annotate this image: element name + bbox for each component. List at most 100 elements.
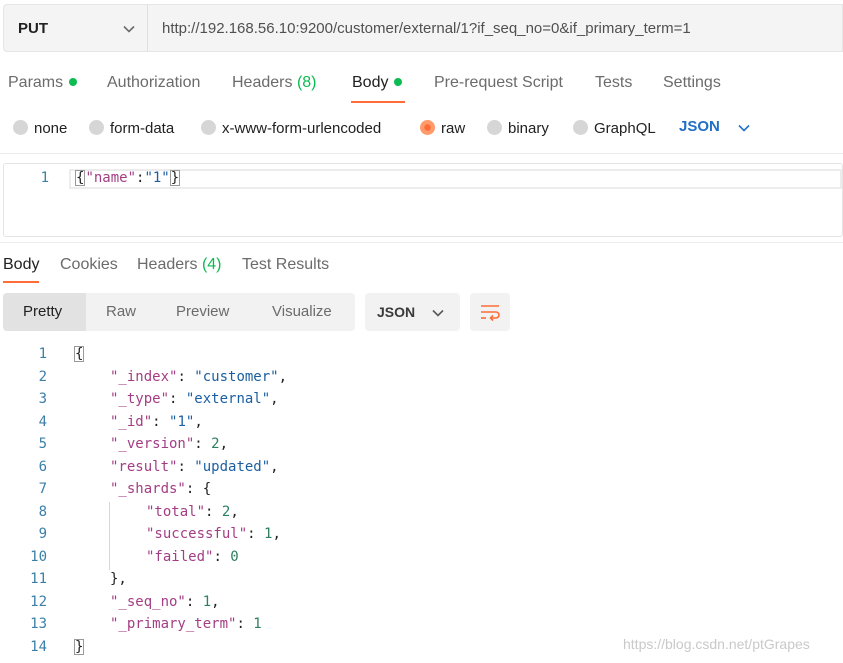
json-number: 1 (253, 616, 262, 632)
radio-none[interactable]: none (13, 119, 67, 137)
radio-binary[interactable]: binary (487, 119, 549, 137)
response-format-select[interactable]: JSON (365, 293, 460, 331)
json-key: "name" (85, 170, 137, 186)
tab-body[interactable]: Body (352, 74, 403, 92)
chevron-down-icon (123, 25, 135, 33)
code-line: { (74, 346, 85, 368)
json-punctuation: : (169, 391, 186, 407)
code-line: } (74, 638, 85, 661)
json-punctuation: : { (185, 481, 212, 497)
radio-x-www-form-urlencoded[interactable]: x-www-form-urlencoded (201, 119, 382, 137)
json-punctuation: { (74, 346, 85, 362)
view-mode-pretty[interactable]: Pretty (23, 303, 62, 320)
json-punctuation: : (185, 593, 203, 610)
json-key: "_shards" (110, 481, 186, 497)
json-punctuation: : (194, 436, 212, 452)
json-punctuation: , (270, 458, 279, 475)
json-key: "_version" (110, 436, 195, 452)
tab-pre-request-script[interactable]: Pre-request Script (434, 74, 563, 92)
header-count: (8) (296, 74, 317, 91)
radio-label: x-www-form-urlencoded (222, 120, 382, 137)
json-punctuation: : (152, 413, 170, 430)
code-line: }, (110, 571, 127, 593)
code-line: "result": "updated", (110, 459, 279, 481)
tab-headers[interactable]: Headers (8) (232, 74, 317, 92)
line-number: 1 (38, 346, 47, 362)
radio-label: raw (441, 120, 466, 137)
code-line: "_id": "1", (110, 414, 203, 436)
tab-label: Params (8, 74, 64, 91)
code-line: "_shards": { (110, 481, 211, 503)
active-tab-underline (351, 101, 405, 103)
open-brace: { (75, 170, 86, 186)
json-punctuation: : (247, 526, 265, 542)
line-number: 1 (40, 170, 49, 186)
url-bar: PUT http://192.168.56.10:9200/customer/e… (0, 0, 843, 54)
json-string: "1" (144, 170, 170, 186)
status-dot (69, 77, 78, 86)
json-punctuation: , (219, 436, 229, 452)
line-number: 14 (30, 638, 47, 655)
url-text: http://192.168.56.10:9200/customer/exter… (162, 20, 691, 37)
line-number: 2 (38, 368, 47, 385)
radio-form-data[interactable]: form-data (89, 119, 174, 137)
tab-label: Headers (137, 256, 198, 273)
tab-label: Body (3, 256, 40, 273)
tab-cookies[interactable]: Cookies (60, 256, 118, 274)
tab-response-headers[interactable]: Headers (4) (137, 256, 222, 274)
view-mode-preview[interactable]: Preview (176, 303, 229, 320)
json-key: "_index" (110, 368, 178, 385)
radio-circle-selected (420, 119, 435, 135)
tab-label: Cookies (60, 256, 118, 273)
radio-circle (89, 119, 104, 135)
radio-raw[interactable]: raw (420, 119, 466, 137)
json-number: 1 (202, 593, 212, 610)
view-mode-visualize[interactable]: Visualize (272, 303, 332, 320)
line-number: 6 (38, 458, 47, 475)
tab-params[interactable]: Params (8, 74, 78, 92)
radio-circle (13, 119, 28, 135)
line-number: 9 (38, 526, 47, 542)
json-punctuation: } (74, 638, 85, 655)
json-key: "successful" (146, 526, 248, 542)
view-mode-raw[interactable]: Raw (106, 303, 136, 320)
url-input[interactable]: http://192.168.56.10:9200/customer/exter… (147, 4, 843, 52)
json-key: "_type" (110, 391, 170, 407)
method-select[interactable]: PUT (3, 4, 147, 52)
tab-settings[interactable]: Settings (663, 74, 721, 92)
tab-label: Headers (232, 74, 293, 91)
active-line-highlight (69, 169, 842, 189)
code-line: "total": 2, (146, 504, 239, 526)
json-punctuation: , (211, 593, 220, 610)
code-line: "successful": 1, (146, 526, 281, 548)
status-dot (394, 77, 403, 86)
tab-test-results[interactable]: Test Results (242, 256, 329, 274)
tab-authorization[interactable]: Authorization (107, 74, 200, 92)
json-string: "customer" (194, 368, 279, 385)
json-punctuation: : (205, 503, 222, 520)
indent-guide (109, 502, 110, 570)
chevron-down-icon[interactable] (737, 121, 751, 135)
method-label: PUT (18, 20, 48, 37)
radio-label: GraphQL (594, 120, 656, 137)
json-punctuation: , (272, 526, 281, 542)
tab-response-body[interactable]: Body (3, 256, 39, 274)
response-body-viewer[interactable]: 1 {2 "_index": "customer", 3 "_type": "exter… (0, 344, 843, 663)
tab-tests[interactable]: Tests (595, 74, 632, 92)
line-number: 12 (30, 593, 47, 610)
code-line: "_type": "external", (110, 391, 279, 413)
radio-graphql[interactable]: GraphQL (573, 119, 656, 137)
request-body-editor[interactable]: 1 {"name":"1"} (3, 163, 843, 237)
watermark: https://blog.csdn.net/ptGrapes (623, 636, 810, 652)
tab-label: Pre-request Script (434, 74, 563, 91)
raw-language-select[interactable]: JSON (679, 118, 720, 135)
active-tab-underline (3, 281, 39, 283)
json-key: "result" (110, 458, 178, 475)
divider (0, 153, 843, 154)
tab-label: Tests (595, 74, 633, 91)
tab-label: Authorization (107, 74, 201, 91)
json-string: "updated" (194, 458, 271, 475)
wrap-lines-button[interactable] (470, 293, 510, 331)
json-string: "1" (169, 413, 195, 430)
json-key: "total" (146, 503, 206, 520)
